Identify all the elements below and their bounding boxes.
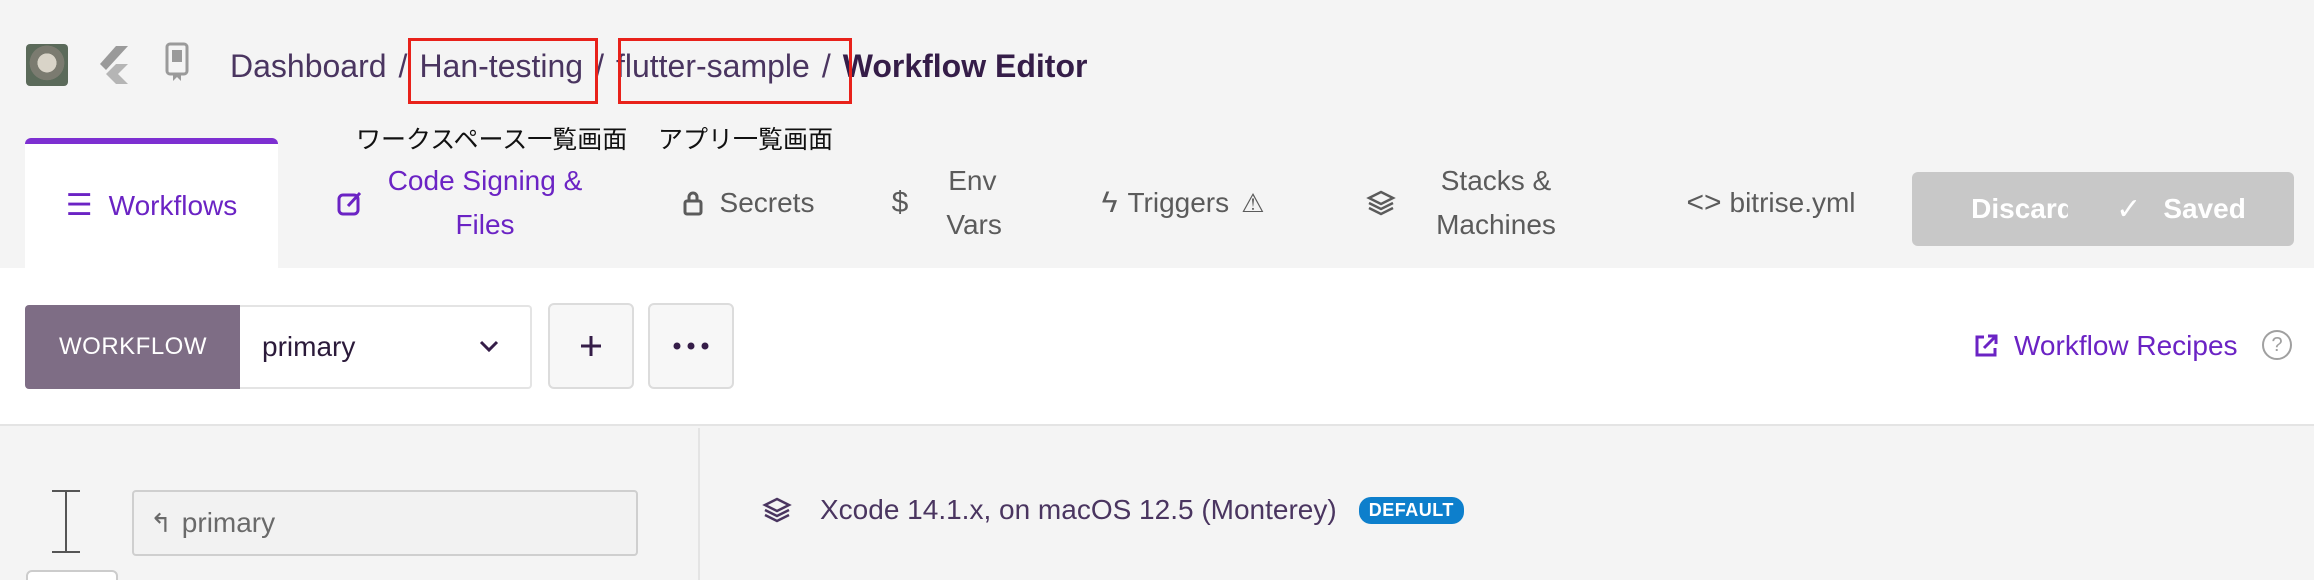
workflow-recipes-link[interactable]: Workflow Recipes: [1972, 324, 2238, 368]
add-workflow-button[interactable]: [548, 303, 634, 389]
trigger-arrow-icon: ↰: [150, 507, 172, 538]
tab-bitrise-yml[interactable]: <> bitrise.yml: [1680, 138, 1862, 268]
trigger-field[interactable]: ↰ primary: [132, 490, 638, 556]
device-icon[interactable]: [164, 42, 190, 82]
tab-bar: ☰ Workflows Code Signing & Files Secrets…: [0, 138, 2314, 268]
discard-label: Discard: [1971, 193, 2074, 224]
highlight-box-app: [618, 38, 852, 104]
saved-label: Saved: [2163, 193, 2246, 224]
tab-triggers[interactable]: ϟ Triggers ⚠: [1088, 138, 1278, 268]
timeline-cap: [52, 551, 80, 553]
tab-env-vars[interactable]: $ Env Vars: [880, 138, 1010, 268]
more-options-button[interactable]: [648, 303, 734, 389]
workflow-details-pane: Xcode 14.1.x, on macOS 12.5 (Monterey) D…: [702, 428, 2314, 580]
tab-workflows[interactable]: ☰ Workflows: [25, 138, 278, 268]
tab-label: Secrets: [719, 187, 815, 218]
lightning-icon: ϟ: [1101, 186, 1118, 219]
workflow-recipes-label: Workflow Recipes: [2014, 330, 2238, 361]
tab-label: Stacks & Machines: [1436, 165, 1556, 240]
timeline-line: [65, 490, 67, 552]
help-icon[interactable]: ?: [2262, 330, 2292, 360]
workflow-selector[interactable]: primary: [240, 305, 532, 389]
breadcrumb-dashboard[interactable]: Dashboard: [230, 48, 387, 85]
saved-button[interactable]: ✓ Saved: [2068, 172, 2294, 246]
workflow-steps-pane: ↰ primary: [0, 428, 700, 580]
tab-code-signing[interactable]: Code Signing & Files: [318, 138, 608, 268]
stack-name: Xcode 14.1.x, on macOS 12.5 (Monterey): [820, 494, 1337, 525]
flutter-icon[interactable]: [96, 44, 130, 86]
dollar-icon: $: [891, 186, 909, 219]
workflow-label: WORKFLOW: [25, 305, 241, 389]
code-icon: <>: [1686, 186, 1722, 219]
tab-label: Triggers: [1127, 187, 1230, 218]
tab-label: Workflows: [108, 190, 238, 221]
lock-icon: [683, 191, 703, 216]
avatar[interactable]: [26, 44, 68, 86]
trigger-value: primary: [181, 507, 276, 538]
plus-icon: [581, 336, 601, 356]
list-icon: ☰: [65, 189, 93, 222]
breadcrumb-separator: /: [398, 47, 408, 84]
tab-stacks-machines[interactable]: Stacks & Machines: [1350, 138, 1582, 268]
external-link-icon: [1975, 334, 1998, 357]
warning-icon: ⚠: [1241, 188, 1265, 218]
selected-workflow: primary: [262, 331, 356, 362]
tab-label: bitrise.yml: [1729, 187, 1856, 218]
workflow-toolbar: WORKFLOW primary Workflow Recipes ?: [0, 268, 2314, 426]
tab-secrets[interactable]: Secrets: [668, 138, 828, 268]
highlight-box-workspace: [408, 38, 598, 104]
chevron-down-icon: [479, 340, 499, 353]
default-badge: DEFAULT: [1358, 496, 1464, 524]
layers-icon: [762, 497, 792, 523]
check-icon: ✓: [2116, 192, 2142, 226]
step-card[interactable]: [26, 570, 118, 580]
page-header: Dashboard / Han-testing / flutter-sample…: [0, 0, 2314, 154]
edit-square-icon: [337, 191, 362, 216]
stack-info[interactable]: Xcode 14.1.x, on macOS 12.5 (Monterey) D…: [762, 490, 1464, 530]
ellipsis-icon: [673, 342, 709, 350]
tab-label: Code Signing & Files: [387, 165, 583, 240]
page-title: Workflow Editor: [842, 47, 1088, 84]
layers-icon: [1366, 190, 1396, 216]
tab-label: Env Vars: [946, 165, 1002, 240]
